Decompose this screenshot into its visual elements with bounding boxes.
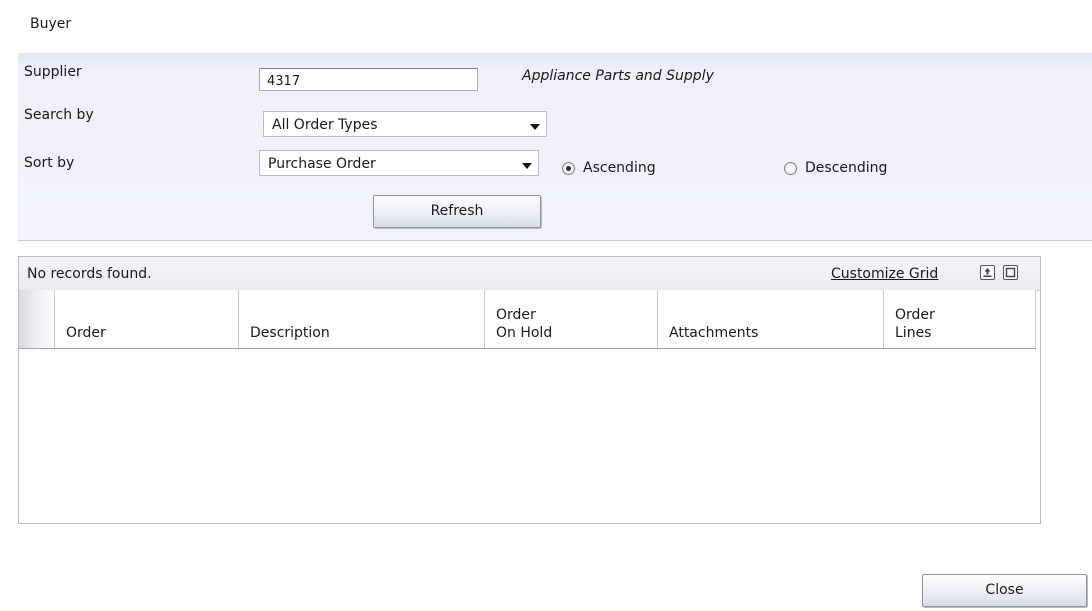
supplier-field[interactable]: 4317 (259, 68, 478, 91)
radio-selected-icon (562, 161, 575, 175)
close-button[interactable]: Close (922, 574, 1087, 607)
page-title: Buyer (30, 16, 72, 32)
column-header-attachments[interactable]: Attachments (658, 290, 884, 348)
maximize-icon[interactable] (1003, 265, 1018, 280)
ascending-radio[interactable]: Ascending (562, 160, 656, 176)
ascending-label: Ascending (583, 160, 656, 176)
descending-radio[interactable]: Descending (784, 160, 887, 176)
column-header-order[interactable]: Order (55, 290, 239, 348)
descending-label: Descending (805, 160, 888, 176)
dropdown-caret-icon (522, 163, 532, 169)
search-by-select[interactable]: All Order Types (263, 111, 547, 137)
supplier-label: Supplier (24, 64, 82, 80)
column-header-order-lines[interactable]: Order Lines (884, 290, 1036, 348)
refresh-button[interactable]: Refresh (373, 195, 541, 228)
sort-by-value: Purchase Order (268, 156, 376, 172)
search-by-value: All Order Types (272, 117, 378, 133)
grid-toolbar: No records found. Customize Grid (19, 257, 1040, 291)
supplier-name: Appliance Parts and Supply (522, 68, 714, 84)
sort-by-select[interactable]: Purchase Order (259, 150, 539, 176)
export-icon[interactable] (980, 265, 995, 280)
radio-unselected-icon (784, 161, 797, 175)
row-selector-header[interactable] (19, 290, 55, 348)
search-by-label: Search by (24, 107, 94, 123)
sort-by-label: Sort by (24, 155, 75, 171)
grid-column-header: Order Description Order On Hold Attachmen… (19, 290, 1036, 349)
column-header-description[interactable]: Description (239, 290, 485, 348)
dropdown-caret-icon (530, 124, 540, 130)
column-header-order-on-hold[interactable]: Order On Hold (485, 290, 658, 348)
customize-grid-link[interactable]: Customize Grid (831, 266, 938, 282)
status-text: No records found. (27, 266, 152, 282)
orders-grid: No records found. Customize Grid Order D… (18, 256, 1041, 524)
